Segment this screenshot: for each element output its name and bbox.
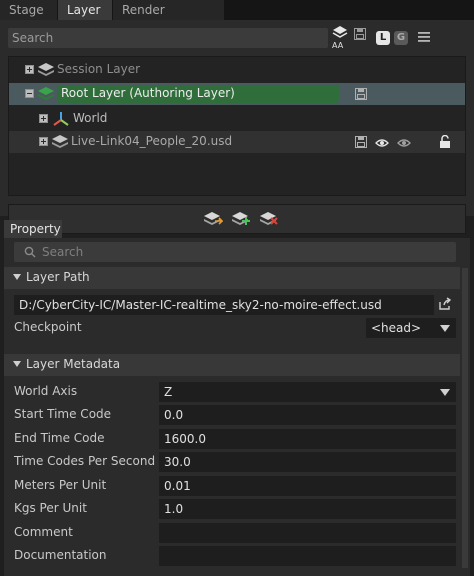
collapse-triangle-icon: [13, 274, 21, 280]
collapse-triangle-icon: [13, 361, 21, 367]
layers-stack-icon[interactable]: AA: [332, 25, 348, 51]
search-icon: [24, 246, 36, 261]
property-search-placeholder: Search: [42, 245, 84, 259]
tab-layer[interactable]: Layer: [58, 0, 113, 20]
remove-sublayer-icon[interactable]: [259, 211, 279, 230]
end-time-code-label: End Time Code: [14, 431, 105, 445]
panel-tab-bar: Stage Layer Render Settings: [0, 0, 474, 37]
save-icon[interactable]: [354, 28, 366, 43]
checkpoint-dropdown[interactable]: <head>: [366, 318, 456, 338]
meters-per-unit-field[interactable]: 0.01: [159, 476, 456, 496]
comment-label: Comment: [14, 525, 73, 539]
layer-row-live-link[interactable]: Live-Link04_People_20.usd: [9, 131, 465, 153]
layer-row-world[interactable]: World: [9, 108, 465, 130]
axis-prim-icon: [53, 111, 69, 130]
expand-icon[interactable]: [39, 137, 48, 146]
meters-per-unit-label: Meters Per Unit: [14, 478, 107, 492]
eye-icon[interactable]: [397, 137, 411, 151]
layer-name: Live-Link04_People_20.usd: [71, 134, 233, 148]
green-layers-icon: [37, 86, 55, 105]
layer-name: World: [73, 111, 108, 125]
tab-property[interactable]: Property: [4, 220, 62, 238]
property-scrollbar[interactable]: [462, 268, 468, 568]
l-toggle-button[interactable]: L: [376, 31, 390, 45]
unlock-icon[interactable]: [439, 134, 451, 151]
comment-field[interactable]: [159, 523, 456, 543]
layer-name: Root Layer (Authoring Layer): [61, 86, 235, 100]
insert-sublayer-icon[interactable]: [203, 211, 224, 230]
layer-search-placeholder: Search: [12, 31, 54, 45]
time-codes-per-second-field[interactable]: 30.0: [159, 452, 456, 472]
layer-path-section-header[interactable]: Layer Path: [4, 267, 460, 289]
checkpoint-value: <head>: [371, 321, 422, 335]
layer-name: Session Layer: [57, 62, 141, 76]
property-search-input[interactable]: Search: [14, 242, 456, 262]
world-axis-label: World Axis: [14, 384, 78, 398]
documentation-field[interactable]: [159, 546, 456, 566]
g-toggle-button[interactable]: G: [394, 31, 408, 45]
layer-metadata-section-header[interactable]: Layer Metadata: [4, 354, 460, 376]
layer-toolbar: Search AA L G: [8, 25, 466, 51]
chevron-down-icon: [440, 389, 450, 396]
kgs-per-unit-field[interactable]: 1.0: [159, 499, 456, 519]
kgs-per-unit-label: Kgs Per Unit: [14, 501, 87, 515]
layer-path-field[interactable]: D:/CyberCity-IC/Master-IC-realtime_sky2-…: [14, 295, 434, 315]
create-sublayer-icon[interactable]: [231, 211, 251, 230]
expand-icon[interactable]: [25, 65, 34, 74]
property-panel: Search Layer Path D:/CyberCity-IC/Master…: [4, 238, 470, 576]
eye-icon[interactable]: [375, 137, 389, 151]
documentation-label: Documentation: [14, 548, 107, 562]
layer-row-session[interactable]: Session Layer: [9, 59, 465, 81]
layer-actions-bar: [8, 204, 466, 234]
menu-icon[interactable]: [418, 31, 430, 45]
section-title: Layer Path: [26, 270, 90, 284]
world-axis-dropdown[interactable]: Z: [159, 382, 456, 402]
start-time-code-field[interactable]: 0.0: [159, 405, 456, 425]
end-time-code-field[interactable]: 1600.0: [159, 429, 456, 449]
start-time-code-label: Start Time Code: [14, 407, 112, 421]
save-icon[interactable]: [355, 88, 367, 103]
time-codes-per-second-label: Time Codes Per Second: [14, 454, 156, 468]
collapse-icon[interactable]: [25, 89, 34, 98]
chevron-down-icon: [440, 325, 450, 332]
save-icon[interactable]: [355, 136, 367, 151]
open-external-icon[interactable]: [438, 297, 452, 314]
layer-tree: Session Layer Root Layer (Authoring Laye…: [8, 56, 466, 196]
expand-icon[interactable]: [39, 114, 48, 123]
aa-label: AA: [332, 41, 344, 50]
layers-stack-icon: [37, 62, 55, 81]
layer-search-input[interactable]: Search: [8, 28, 328, 48]
layers-stack-icon: [51, 134, 69, 153]
section-title: Layer Metadata: [26, 357, 121, 371]
checkpoint-label: Checkpoint: [14, 320, 82, 334]
tab-stage[interactable]: Stage: [0, 0, 58, 20]
layer-row-root[interactable]: Root Layer (Authoring Layer): [9, 83, 465, 105]
layer-panel: Search AA L G Session Layer Root Layer (…: [0, 20, 474, 234]
tab-render-settings[interactable]: Render Settings: [113, 0, 225, 37]
world-axis-value: Z: [164, 385, 173, 399]
